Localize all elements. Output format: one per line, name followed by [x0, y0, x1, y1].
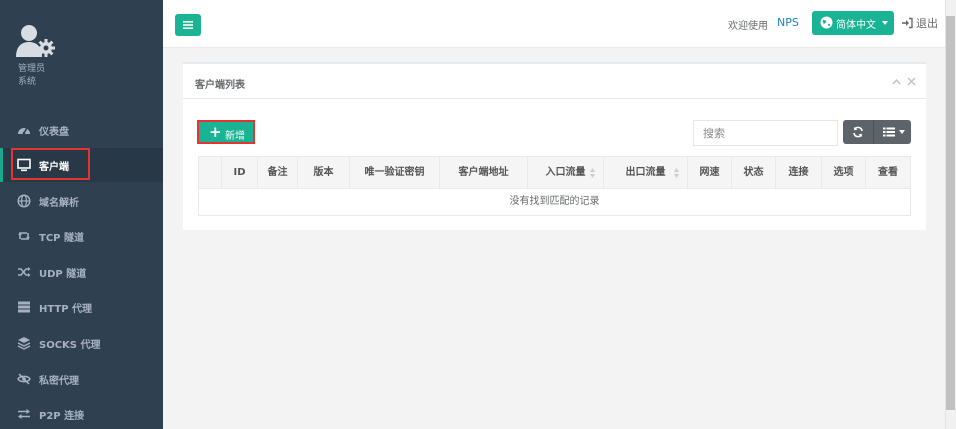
- active-item-highlight: [11, 148, 90, 180]
- client-list-panel: 客户端列表 + 新增 ID 备注: [183, 62, 926, 230]
- column-header-speed[interactable]: 网速: [687, 157, 731, 189]
- sidebar-item-dashboard[interactable]: 仪表盘: [0, 113, 163, 147]
- server-icon: [18, 301, 30, 313]
- sort-icon: [674, 168, 679, 178]
- bars-icon: [183, 21, 193, 29]
- globe-icon: [820, 16, 833, 29]
- eye-slash-icon: [17, 373, 31, 385]
- column-header-version[interactable]: 版本: [297, 157, 349, 189]
- sidebar-item-label: UDP 隧道: [39, 269, 87, 280]
- sort-icon: [590, 168, 595, 178]
- column-header-id[interactable]: ID: [221, 157, 257, 189]
- column-header-label: 出口流量: [625, 167, 666, 178]
- brand-link[interactable]: NPS: [777, 16, 799, 29]
- search-input[interactable]: [693, 120, 838, 146]
- columns-toggle-button[interactable]: [873, 120, 911, 144]
- plus-icon: +: [209, 123, 222, 141]
- sidebar-item-domain[interactable]: 域名解析: [0, 184, 163, 218]
- column-header-export-flow[interactable]: 出口流量: [603, 157, 687, 189]
- refresh-icon: [853, 126, 863, 138]
- chevron-up-icon[interactable]: [892, 78, 901, 85]
- caret-down-icon: [882, 21, 888, 25]
- sidebar-item-udp[interactable]: UDP 隧道: [0, 255, 163, 289]
- retweet-icon: [18, 232, 30, 240]
- panel-title: 客户端列表: [195, 80, 245, 91]
- profile-role: 系统: [18, 77, 37, 87]
- caret-down-icon: [899, 130, 905, 134]
- add-button-label: 新增: [225, 131, 245, 142]
- sign-out-icon: [902, 17, 913, 29]
- language-dropdown[interactable]: 简体中文: [812, 11, 894, 35]
- close-icon[interactable]: [907, 77, 916, 86]
- empty-table-message: 没有找到匹配的记录: [509, 196, 600, 207]
- sidebar-item-tcp[interactable]: TCP 隧道: [0, 219, 163, 253]
- column-header-remark[interactable]: 备注: [257, 157, 297, 189]
- list-icon: [883, 127, 895, 137]
- column-header-view[interactable]: 查看: [865, 157, 910, 189]
- sidebar-item-label: HTTP 代理: [39, 304, 93, 315]
- column-header-verify-key[interactable]: 唯一验证密钥: [349, 157, 439, 189]
- sidebar-item-label: P2P 连接: [39, 411, 85, 422]
- expand-column-header: [199, 157, 221, 189]
- column-header-connect[interactable]: 连接: [775, 157, 821, 189]
- client-table: ID 备注 版本 唯一验证密钥 客户端地址 入口流量 出口流量 网速 状态 连接…: [198, 156, 911, 216]
- sidebar-item-label: 私密代理: [39, 376, 79, 387]
- user-gear-icon: [16, 25, 55, 57]
- menu-toggle-button[interactable]: [175, 14, 201, 36]
- column-header-client-address[interactable]: 客户端地址: [439, 157, 527, 189]
- sidebar-item-label: TCP 隧道: [39, 233, 84, 244]
- sidebar-item-secret[interactable]: 私密代理: [0, 362, 163, 396]
- language-label: 简体中文: [836, 20, 876, 31]
- profile-block: 管理员 系统: [0, 0, 163, 110]
- dashboard-icon: [18, 127, 30, 135]
- profile-name: 管理员: [18, 64, 46, 74]
- column-header-options[interactable]: 选项: [821, 157, 865, 189]
- refresh-button[interactable]: [843, 120, 873, 144]
- globe-icon: [17, 194, 31, 208]
- exchange-icon: [18, 409, 30, 419]
- sidebar-item-p2p[interactable]: P2P 连接: [0, 397, 163, 429]
- top-navbar: 欢迎使用 NPS 简体中文 退出: [163, 0, 956, 48]
- panel-tools: [890, 76, 920, 88]
- column-header-inlet-flow[interactable]: 入口流量: [527, 157, 603, 189]
- logout-label: 退出: [916, 17, 938, 30]
- sidebar-item-http[interactable]: HTTP 代理: [0, 290, 163, 324]
- welcome-text: 欢迎使用: [728, 21, 768, 32]
- sidebar: 管理员 系统 仪表盘 客户端 域名解析 TCP 隧道 UDP 隧道 HTTP 代…: [0, 0, 163, 429]
- sidebar-item-label: 仪表盘: [39, 127, 69, 138]
- sidebar-item-label: 域名解析: [39, 198, 79, 209]
- sidebar-item-socks[interactable]: SOCKS 代理: [0, 326, 163, 360]
- column-header-status[interactable]: 状态: [731, 157, 775, 189]
- stack-icon: [17, 337, 31, 350]
- column-header-label: 入口流量: [545, 167, 586, 178]
- sidebar-item-label: SOCKS 代理: [39, 340, 101, 351]
- random-icon: [18, 267, 31, 277]
- page-scrollbar-thumb[interactable]: [946, 16, 955, 410]
- table-header: ID 备注 版本 唯一验证密钥 客户端地址 入口流量 出口流量 网速 状态 连接…: [199, 157, 910, 189]
- add-client-button[interactable]: + 新增: [197, 120, 255, 144]
- panel-divider: [183, 98, 926, 99]
